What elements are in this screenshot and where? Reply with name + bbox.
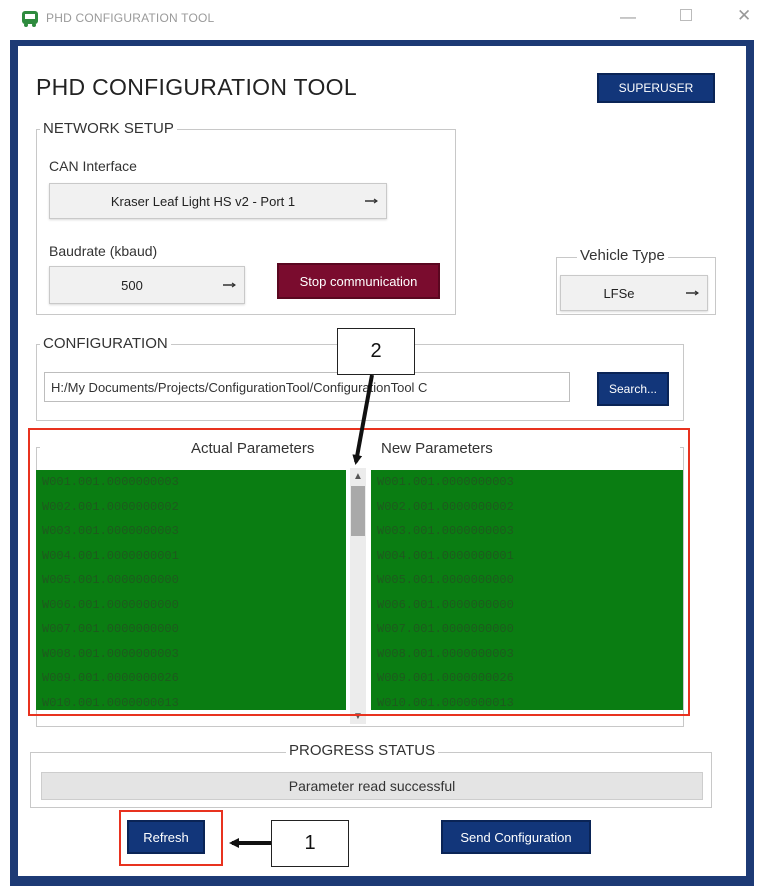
vehicle-type-legend: Vehicle Type [577, 247, 668, 264]
chevron-down-icon [365, 198, 378, 204]
parameters-highlight [28, 428, 690, 716]
bus-icon [22, 11, 38, 27]
can-interface-dropdown[interactable]: Kraser Leaf Light HS v2 - Port 1 [49, 183, 387, 219]
send-configuration-button[interactable]: Send Configuration [441, 820, 591, 854]
vehicle-type-dropdown[interactable]: LFSe [560, 275, 708, 311]
configuration-legend: CONFIGURATION [40, 335, 171, 352]
refresh-highlight [119, 810, 223, 866]
baudrate-dropdown[interactable]: 500 [49, 266, 245, 304]
search-button[interactable]: Search... [597, 372, 669, 406]
callout-2: 2 [337, 328, 415, 375]
superuser-button[interactable]: SUPERUSER [597, 73, 715, 103]
progress-status-bar: Parameter read successful [41, 772, 703, 800]
close-button[interactable]: ✕ [737, 6, 751, 26]
window-titlebar: PHD CONFIGURATION TOOL — ✕ [0, 0, 762, 40]
vehicle-type-value: LFSe [603, 285, 635, 301]
window-title: PHD CONFIGURATION TOOL [46, 11, 215, 25]
baudrate-value: 500 [121, 277, 143, 293]
config-path-field[interactable]: H:/My Documents/Projects/ConfigurationTo… [44, 372, 570, 402]
baudrate-label: Baudrate (kbaud) [49, 243, 158, 259]
page-title: PHD CONFIGURATION TOOL [36, 74, 357, 100]
progress-status-legend: PROGRESS STATUS [286, 742, 439, 759]
chevron-down-icon [223, 282, 236, 288]
stop-communication-button[interactable]: Stop communication [277, 263, 440, 299]
minimize-button[interactable]: — [620, 9, 636, 27]
network-setup-legend: NETWORK SETUP [40, 120, 177, 137]
can-interface-label: CAN Interface [49, 158, 137, 174]
maximize-button[interactable] [680, 9, 692, 21]
chevron-down-icon [686, 290, 699, 296]
callout-1: 1 [271, 820, 349, 867]
can-interface-value: Kraser Leaf Light HS v2 - Port 1 [110, 193, 296, 209]
